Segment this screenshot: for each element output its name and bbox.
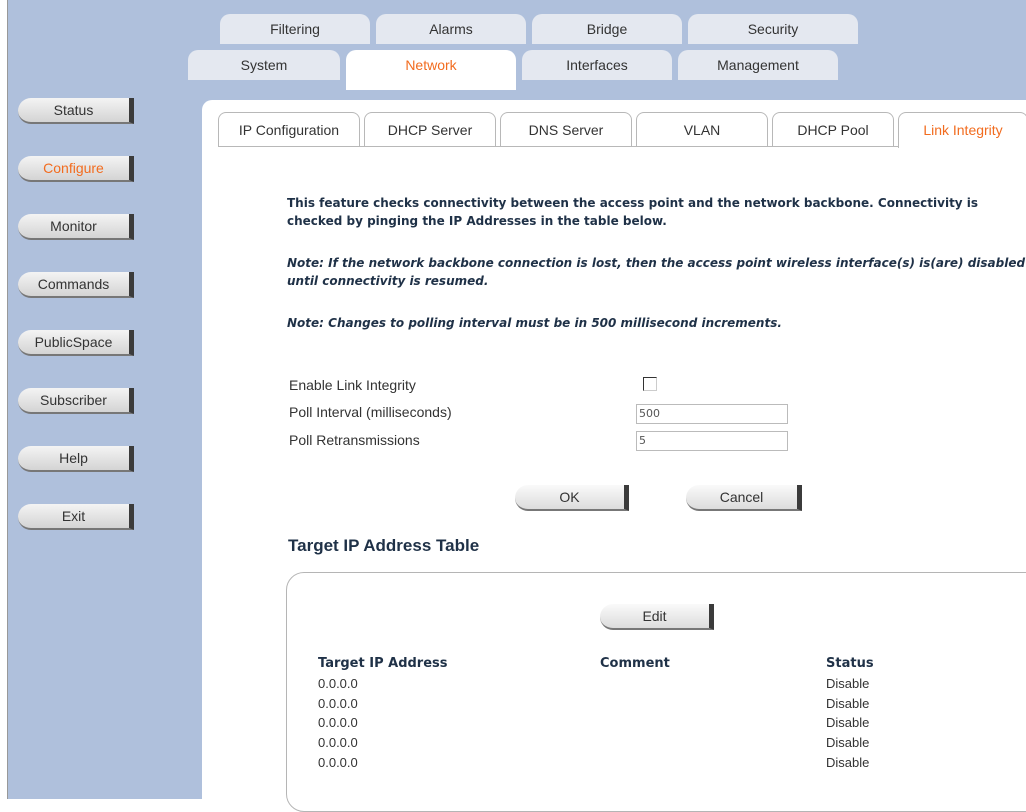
edit-button[interactable]: Edit (600, 604, 714, 630)
poll-retransmissions-label: Poll Retransmissions (289, 432, 420, 448)
column-header-target-ip: Target IP Address (318, 656, 448, 671)
help-button[interactable]: Help (18, 446, 134, 472)
table-row-ip: 0.0.0.0 (318, 755, 358, 770)
tab-management[interactable]: Management (678, 50, 838, 80)
status-button[interactable]: Status (18, 98, 134, 124)
exit-button[interactable]: Exit (18, 504, 134, 530)
table-row-ip: 0.0.0.0 (318, 715, 358, 730)
subtab-link-integrity[interactable]: Link Integrity (898, 112, 1026, 148)
top-tab-bar: Filtering Alarms Bridge Security System … (188, 0, 1026, 90)
enable-link-integrity-label: Enable Link Integrity (289, 377, 416, 393)
publicspace-button[interactable]: PublicSpace (18, 330, 134, 356)
tab-bridge[interactable]: Bridge (532, 14, 682, 44)
tab-filtering[interactable]: Filtering (220, 14, 370, 44)
configure-button[interactable]: Configure (18, 156, 134, 182)
table-row-ip: 0.0.0.0 (318, 696, 358, 711)
subtab-dhcp-pool[interactable]: DHCP Pool (772, 112, 894, 147)
table-row-status: Disable (826, 755, 870, 770)
table-row-ip: 0.0.0.0 (318, 676, 358, 691)
tab-alarms[interactable]: Alarms (376, 14, 526, 44)
table-row-status: Disable (826, 676, 870, 691)
poll-interval-label: Poll Interval (milliseconds) (289, 404, 452, 420)
subtab-ip-configuration[interactable]: IP Configuration (218, 112, 360, 147)
table-row-ip: 0.0.0.0 (318, 735, 358, 750)
cancel-button[interactable]: Cancel (686, 485, 802, 511)
column-header-comment: Comment (600, 656, 670, 671)
subtab-dhcp-server[interactable]: DHCP Server (364, 112, 496, 147)
tab-system[interactable]: System (188, 50, 340, 80)
column-header-status: Status (826, 656, 874, 671)
target-ip-table-title: Target IP Address Table (288, 536, 480, 555)
poll-interval-input[interactable]: 500 (636, 404, 788, 424)
table-row-status: Disable (826, 696, 870, 711)
tab-network[interactable]: Network (346, 50, 516, 90)
note-backbone: Note: If the network backbone connection… (287, 256, 1026, 288)
subtab-vlan[interactable]: VLAN (636, 112, 768, 147)
intro-text: This feature checks connectivity between… (287, 196, 979, 228)
sidebar: Status Configure Monitor Commands Public… (8, 0, 188, 799)
monitor-button[interactable]: Monitor (18, 214, 134, 240)
note-polling: Note: Changes to polling interval must b… (287, 316, 782, 330)
tab-interfaces[interactable]: Interfaces (522, 50, 672, 80)
subtab-dns-server[interactable]: DNS Server (500, 112, 632, 147)
table-row-status: Disable (826, 735, 870, 750)
enable-link-integrity-checkbox[interactable] (643, 377, 657, 391)
commands-button[interactable]: Commands (18, 272, 134, 298)
table-row-status: Disable (826, 715, 870, 730)
ok-button[interactable]: OK (515, 485, 629, 511)
poll-retransmissions-input[interactable]: 5 (636, 431, 788, 451)
tab-security[interactable]: Security (688, 14, 858, 44)
subscriber-button[interactable]: Subscriber (18, 388, 134, 414)
